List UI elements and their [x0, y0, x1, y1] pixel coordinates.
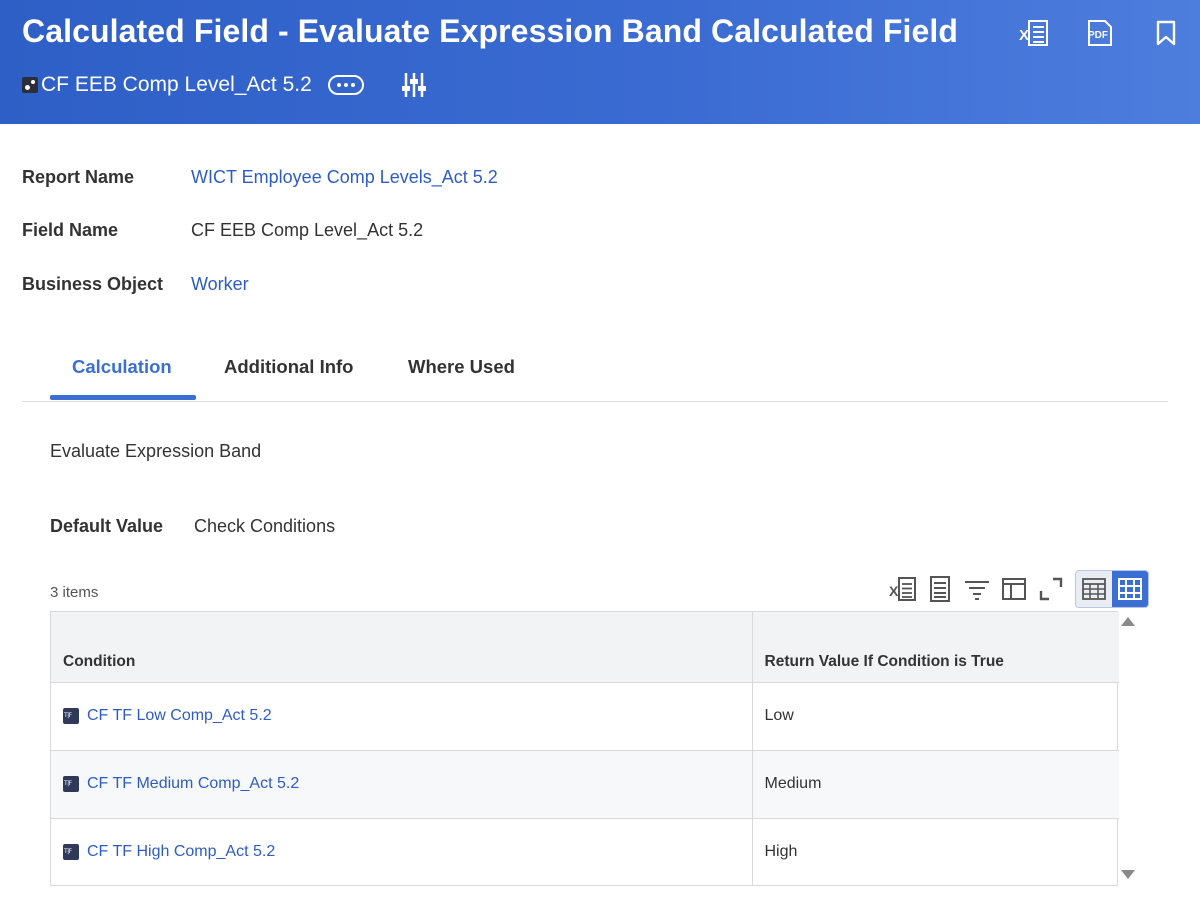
column-layout-icon [1002, 578, 1026, 600]
svg-text:X: X [889, 583, 899, 599]
dot-icon [350, 83, 355, 87]
sliders-icon [401, 73, 426, 97]
business-object-label: Business Object [22, 274, 164, 294]
condition-link[interactable]: CF TF Low Comp_Act 5.2 [87, 707, 272, 725]
tab-bar: Calculation Additional Info Where Used [22, 340, 1168, 402]
page-header: Calculated Field - Evaluate Expression B… [0, 0, 1200, 124]
fullscreen-icon [1039, 577, 1063, 601]
true-false-field-icon [63, 708, 79, 724]
grid-column-layout-button[interactable] [999, 570, 1029, 608]
page-title: Calculated Field - Evaluate Expression B… [22, 13, 959, 49]
header-subrow: CF EEB Comp Level_Act 5.2 [22, 70, 428, 100]
header-actions: X PDF [1014, 14, 1186, 52]
items-count: 3 items [50, 584, 99, 601]
svg-text:PDF: PDF [1088, 30, 1108, 41]
pdf-export-button[interactable]: PDF [1080, 14, 1120, 52]
svg-text:X: X [1019, 27, 1029, 44]
table-row: CF TF Medium Comp_Act 5.2 Medium [51, 750, 1119, 819]
grid-view-button[interactable] [1112, 571, 1148, 607]
condition-cell: CF TF High Comp_Act 5.2 [51, 818, 753, 886]
field-name-label: Field Name [22, 220, 119, 240]
calculated-field-icon [22, 77, 38, 93]
calculation-type: Evaluate Expression Band [50, 441, 262, 461]
scroll-up-arrow[interactable] [1121, 617, 1135, 626]
conditions-table: Condition Return Value If Condition is T… [50, 611, 1119, 886]
related-actions-button[interactable] [327, 75, 364, 95]
grid-toolbar: X [888, 570, 1149, 608]
excel-export-icon: X [1019, 20, 1048, 46]
active-tab-indicator [50, 395, 196, 400]
pdf-export-icon: PDF [1088, 20, 1112, 46]
dot-icon [343, 83, 348, 87]
return-value-cell: High [764, 843, 798, 861]
condition-cell: CF TF Low Comp_Act 5.2 [51, 682, 753, 751]
print-icon [930, 576, 950, 602]
business-object-row: Business Object Worker [22, 274, 249, 295]
default-value: Check Conditions [194, 516, 336, 536]
table-row: CF TF High Comp_Act 5.2 High [51, 818, 1119, 886]
bookmark-icon [1156, 20, 1176, 46]
condition-link[interactable]: CF TF Medium Comp_Act 5.2 [87, 775, 299, 793]
table-header-row: Condition Return Value If Condition is T… [51, 612, 1119, 683]
column-header-condition[interactable]: Condition [51, 612, 753, 683]
true-false-field-icon [63, 776, 79, 792]
table-row: CF TF Low Comp_Act 5.2 Low [51, 682, 1119, 751]
excel-export-button[interactable]: X [1014, 14, 1054, 52]
grid-excel-export-button[interactable]: X [888, 570, 918, 608]
dot-icon [336, 83, 341, 87]
grid-view-icon [1118, 578, 1142, 600]
business-object-link[interactable]: Worker [191, 274, 249, 295]
condition-link[interactable]: CF TF High Comp_Act 5.2 [87, 843, 275, 861]
bookmark-button[interactable] [1146, 14, 1186, 52]
field-name-row: Field Name CF EEB Comp Level_Act 5.2 [22, 220, 423, 241]
true-false-field-icon [63, 844, 79, 861]
scroll-down-arrow[interactable] [1121, 870, 1135, 879]
column-header-return-value[interactable]: Return Value If Condition is True [752, 612, 1119, 683]
report-name-row: Report Name WICT Employee Comp Levels_Ac… [22, 167, 498, 188]
tab-additional-info[interactable]: Additional Info [224, 356, 353, 378]
excel-export-icon: X [889, 577, 916, 601]
default-value-label: Default Value [50, 516, 164, 536]
condition-cell: CF TF Medium Comp_Act 5.2 [51, 750, 753, 819]
default-value-row: Default Value Check Conditions [50, 516, 335, 537]
grid-filter-button[interactable] [962, 570, 992, 608]
field-name-value: CF EEB Comp Level_Act 5.2 [191, 220, 424, 240]
page-subtitle: CF EEB Comp Level_Act 5.2 [41, 73, 312, 96]
configure-button[interactable] [400, 70, 428, 100]
grid-fullscreen-button[interactable] [1036, 570, 1066, 608]
tab-calculation[interactable]: Calculation [72, 356, 172, 378]
view-toggle [1075, 570, 1149, 608]
table-view-icon [1082, 578, 1106, 600]
report-name-label: Report Name [22, 167, 135, 187]
return-value-cell: Low [752, 682, 1119, 751]
table-view-button[interactable] [1076, 571, 1112, 607]
tab-where-used[interactable]: Where Used [408, 356, 515, 378]
return-value-cell: Medium [752, 750, 1119, 819]
grid-print-button[interactable] [925, 570, 955, 608]
report-name-link[interactable]: WICT Employee Comp Levels_Act 5.2 [191, 167, 498, 188]
filter-icon [965, 581, 989, 600]
